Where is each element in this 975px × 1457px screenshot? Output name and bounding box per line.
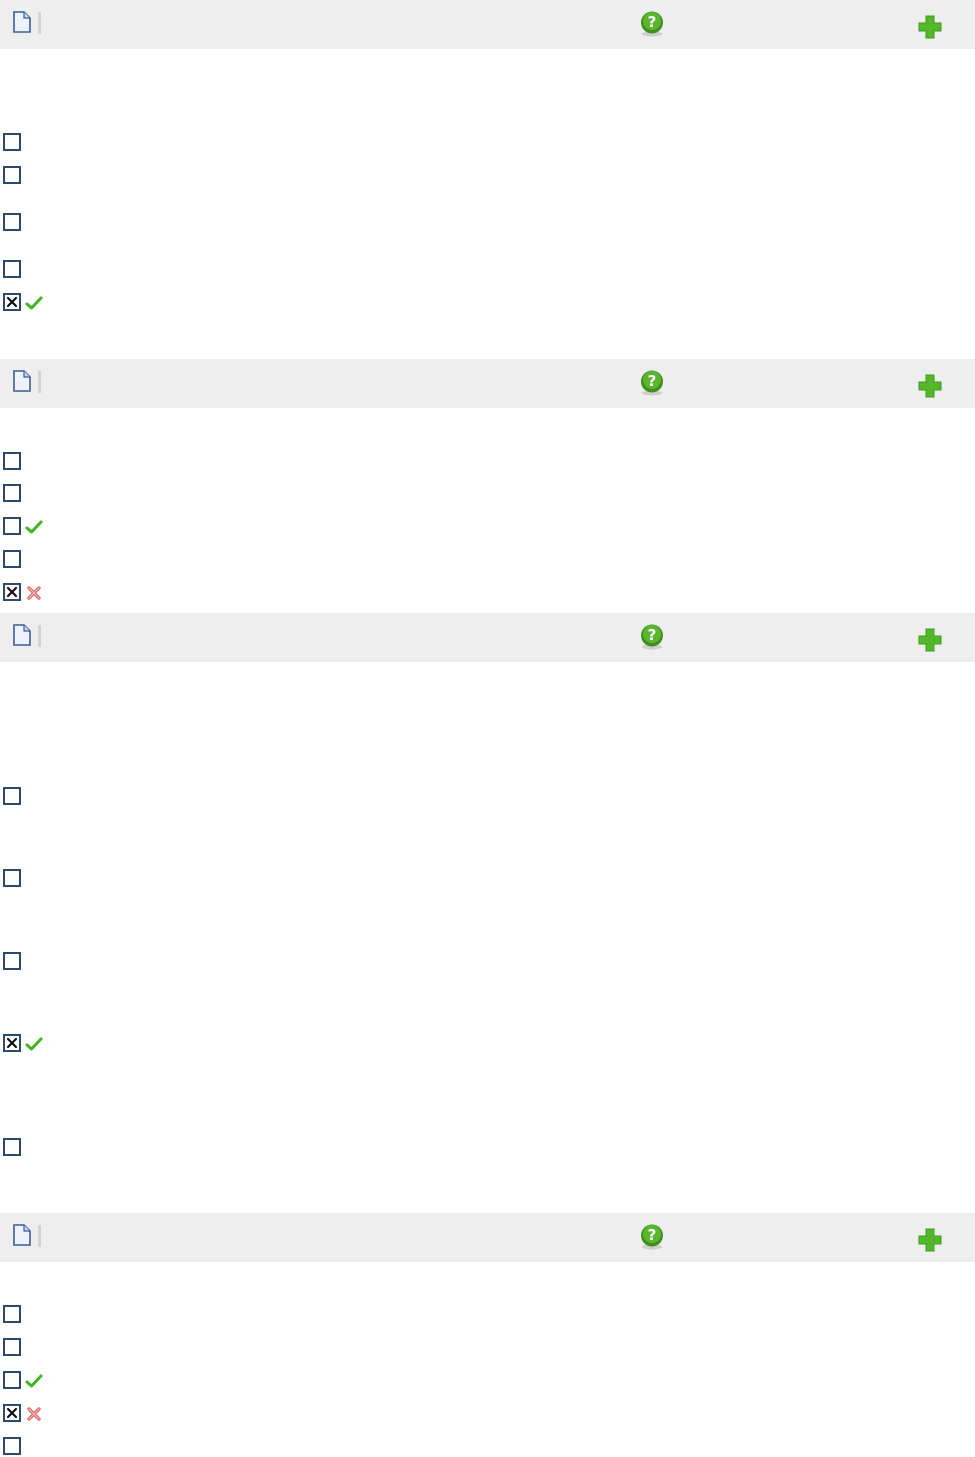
document-icon[interactable] xyxy=(12,11,32,33)
answer-option xyxy=(1,260,61,280)
answer-option xyxy=(1,166,61,186)
checkbox-checked[interactable] xyxy=(3,1404,21,1422)
question-header: ? xyxy=(0,613,975,662)
svg-text:?: ? xyxy=(648,13,657,31)
question-header: ? xyxy=(0,0,975,49)
checkbox[interactable] xyxy=(3,133,21,151)
checkbox[interactable] xyxy=(3,452,21,470)
answer-option xyxy=(1,293,61,313)
answer-option xyxy=(1,1404,61,1424)
checkbox-checked[interactable] xyxy=(3,1034,21,1052)
checkbox[interactable] xyxy=(3,787,21,805)
document-icon[interactable] xyxy=(12,370,32,392)
header-divider xyxy=(38,371,41,393)
answer-option xyxy=(1,869,61,889)
checkbox[interactable] xyxy=(3,1138,21,1156)
answer-option xyxy=(1,787,61,807)
document-icon[interactable] xyxy=(12,1224,32,1246)
help-icon[interactable]: ? xyxy=(638,10,666,38)
checkbox[interactable] xyxy=(3,1371,21,1389)
checkbox[interactable] xyxy=(3,1305,21,1323)
checkbox[interactable] xyxy=(3,952,21,970)
checkbox[interactable] xyxy=(3,869,21,887)
checkbox-checked[interactable] xyxy=(3,583,21,601)
document-icon[interactable] xyxy=(12,624,32,646)
answer-option xyxy=(1,1371,61,1391)
checkbox[interactable] xyxy=(3,260,21,278)
checkmark-icon xyxy=(25,1036,43,1052)
checkbox[interactable] xyxy=(3,550,21,568)
checkbox-checked[interactable] xyxy=(3,293,21,311)
header-divider xyxy=(38,12,41,34)
checkbox[interactable] xyxy=(3,1338,21,1356)
answer-option xyxy=(1,133,61,153)
checkbox[interactable] xyxy=(3,484,21,502)
cross-icon xyxy=(25,1406,43,1422)
svg-text:?: ? xyxy=(648,1226,657,1244)
answer-option xyxy=(1,1437,61,1457)
answer-option xyxy=(1,583,61,603)
checkbox[interactable] xyxy=(3,213,21,231)
answer-option xyxy=(1,952,61,972)
question-header: ? xyxy=(0,359,975,408)
answer-option xyxy=(1,484,61,504)
header-divider xyxy=(38,625,41,647)
answer-option xyxy=(1,550,61,570)
question-header: ? xyxy=(0,1213,975,1262)
checkbox[interactable] xyxy=(3,1437,21,1455)
answer-option xyxy=(1,452,61,472)
answer-option xyxy=(1,1138,61,1158)
cross-icon xyxy=(25,585,43,601)
add-icon[interactable] xyxy=(918,15,942,39)
answer-option xyxy=(1,517,61,537)
checkbox[interactable] xyxy=(3,517,21,535)
answer-option xyxy=(1,1338,61,1358)
add-icon[interactable] xyxy=(918,374,942,398)
add-icon[interactable] xyxy=(918,1228,942,1252)
checkmark-icon xyxy=(25,295,43,311)
checkmark-icon xyxy=(25,519,43,535)
help-icon[interactable]: ? xyxy=(638,369,666,397)
answer-option xyxy=(1,213,61,233)
answer-option xyxy=(1,1305,61,1325)
help-icon[interactable]: ? xyxy=(638,623,666,651)
answer-option xyxy=(1,1034,61,1054)
checkbox[interactable] xyxy=(3,166,21,184)
header-divider xyxy=(38,1225,41,1247)
help-icon[interactable]: ? xyxy=(638,1223,666,1251)
svg-text:?: ? xyxy=(648,372,657,390)
add-icon[interactable] xyxy=(918,628,942,652)
checkmark-icon xyxy=(25,1373,43,1389)
svg-text:?: ? xyxy=(648,626,657,644)
